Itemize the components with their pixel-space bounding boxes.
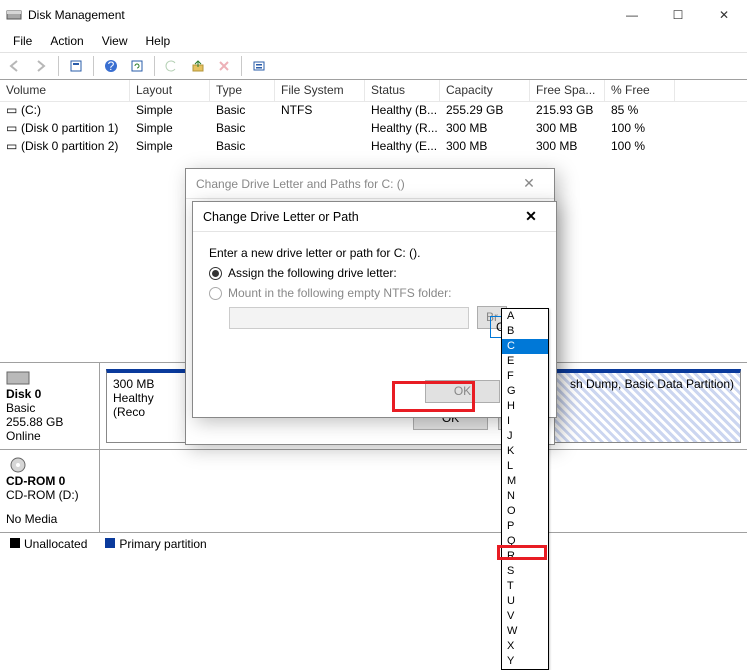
column-pctfree[interactable]: % Free	[605, 80, 675, 101]
toolbar-export-icon[interactable]	[187, 55, 209, 77]
volume-row[interactable]: ▭(C:) Simple Basic NTFS Healthy (B... 25…	[0, 102, 747, 120]
disk-type: Basic	[6, 401, 93, 415]
legend-unallocated: Unallocated	[10, 537, 87, 551]
dropdown-item[interactable]: N	[502, 489, 548, 504]
column-capacity[interactable]: Capacity	[440, 80, 530, 101]
dropdown-item[interactable]: V	[502, 609, 548, 624]
dropdown-item[interactable]: R	[502, 549, 548, 564]
cdrom-icon	[6, 456, 30, 474]
legend: Unallocated Primary partition	[0, 532, 747, 554]
column-type[interactable]: Type	[210, 80, 275, 101]
legend-primary: Primary partition	[105, 537, 206, 551]
partition[interactable]: 300 MB Healthy (Reco	[106, 369, 196, 443]
dialog-change-ok[interactable]: OK	[425, 380, 500, 403]
column-filesystem[interactable]: File System	[275, 80, 365, 101]
back-icon	[4, 55, 26, 77]
dropdown-item[interactable]: I	[502, 414, 548, 429]
dialog-prompt: Enter a new drive letter or path for C: …	[209, 246, 540, 260]
close-button[interactable]: ✕	[701, 0, 747, 30]
forward-icon	[30, 55, 52, 77]
dropdown-item[interactable]: H	[502, 399, 548, 414]
dropdown-item[interactable]: E	[502, 354, 548, 369]
dialog-change-letter-title: Change Drive Letter or Path	[203, 210, 359, 224]
drive-letter-dropdown[interactable]: A B C E F G H I J K L M N O P Q R S T U …	[501, 308, 549, 670]
disk-icon	[6, 369, 30, 387]
radio-mount-label: Mount in the following empty NTFS folder…	[228, 286, 451, 300]
dropdown-item[interactable]: K	[502, 444, 548, 459]
toolbar: ?	[0, 52, 747, 80]
volume-list: ▭(C:) Simple Basic NTFS Healthy (B... 25…	[0, 102, 747, 158]
cdrom-name: CD-ROM 0	[6, 474, 93, 488]
drive-icon: ▭	[6, 103, 18, 117]
toolbar-delete-icon	[213, 55, 235, 77]
menu-file[interactable]: File	[4, 32, 41, 50]
volume-row[interactable]: ▭(Disk 0 partition 1) Simple Basic Healt…	[0, 120, 747, 138]
dropdown-item[interactable]: X	[502, 639, 548, 654]
column-status[interactable]: Status	[365, 80, 440, 101]
dropdown-item[interactable]: Q	[502, 534, 548, 549]
column-volume[interactable]: Volume	[0, 80, 130, 101]
dropdown-item[interactable]: Y	[502, 654, 548, 669]
drive-icon: ▭	[6, 121, 18, 135]
dropdown-item[interactable]: S	[502, 564, 548, 579]
cdrom-row: CD-ROM 0 CD-ROM (D:) No Media	[0, 449, 747, 532]
dropdown-item[interactable]: L	[502, 459, 548, 474]
dropdown-item[interactable]: M	[502, 474, 548, 489]
mount-path-input	[229, 307, 469, 329]
dropdown-item[interactable]: O	[502, 504, 548, 519]
toolbar-undo-icon	[161, 55, 183, 77]
dropdown-item[interactable]: P	[502, 519, 548, 534]
cdrom-info[interactable]: CD-ROM 0 CD-ROM (D:) No Media	[0, 450, 100, 532]
disk-management-icon	[6, 7, 22, 23]
volume-header: Volume Layout Type File System Status Ca…	[0, 80, 747, 102]
titlebar: Disk Management — ☐ ✕	[0, 0, 747, 30]
cdrom-state: No Media	[6, 512, 93, 526]
window-title: Disk Management	[28, 8, 609, 22]
radio-mount[interactable]: Mount in the following empty NTFS folder…	[209, 286, 540, 300]
svg-text:?: ?	[108, 59, 115, 73]
toolbar-properties-icon[interactable]	[248, 55, 270, 77]
dropdown-item[interactable]: A	[502, 309, 548, 324]
dropdown-item[interactable]: J	[502, 429, 548, 444]
drive-icon: ▭	[6, 139, 18, 153]
disk-info[interactable]: Disk 0 Basic 255.88 GB Online	[0, 363, 100, 449]
dropdown-item[interactable]: B	[502, 324, 548, 339]
close-icon[interactable]: ✕	[516, 208, 546, 225]
menu-view[interactable]: View	[93, 32, 137, 50]
disk-size: 255.88 GB	[6, 415, 93, 429]
maximize-button[interactable]: ☐	[655, 0, 701, 30]
minimize-button[interactable]: —	[609, 0, 655, 30]
radio-assign[interactable]: Assign the following drive letter:	[209, 266, 540, 280]
dialog-paths-title: Change Drive Letter and Paths for C: ()	[196, 177, 405, 191]
dropdown-item[interactable]: T	[502, 579, 548, 594]
cdrom-label: CD-ROM (D:)	[6, 488, 93, 502]
toolbar-settings-icon[interactable]	[65, 55, 87, 77]
disk-state: Online	[6, 429, 93, 443]
disk-name: Disk 0	[6, 387, 93, 401]
column-freespace[interactable]: Free Spa...	[530, 80, 605, 101]
close-icon[interactable]: ✕	[514, 175, 544, 192]
menu-action[interactable]: Action	[41, 32, 92, 50]
dropdown-item[interactable]: G	[502, 384, 548, 399]
toolbar-refresh-icon[interactable]	[126, 55, 148, 77]
volume-row[interactable]: ▭(Disk 0 partition 2) Simple Basic Healt…	[0, 138, 747, 156]
dropdown-item[interactable]: F	[502, 369, 548, 384]
dropdown-item[interactable]: U	[502, 594, 548, 609]
dropdown-item[interactable]: C	[502, 339, 548, 354]
radio-assign-label: Assign the following drive letter:	[228, 266, 397, 280]
dropdown-item[interactable]: W	[502, 624, 548, 639]
column-layout[interactable]: Layout	[130, 80, 210, 101]
toolbar-help-icon[interactable]: ?	[100, 55, 122, 77]
menubar: File Action View Help	[0, 30, 747, 52]
menu-help[interactable]: Help	[137, 32, 180, 50]
